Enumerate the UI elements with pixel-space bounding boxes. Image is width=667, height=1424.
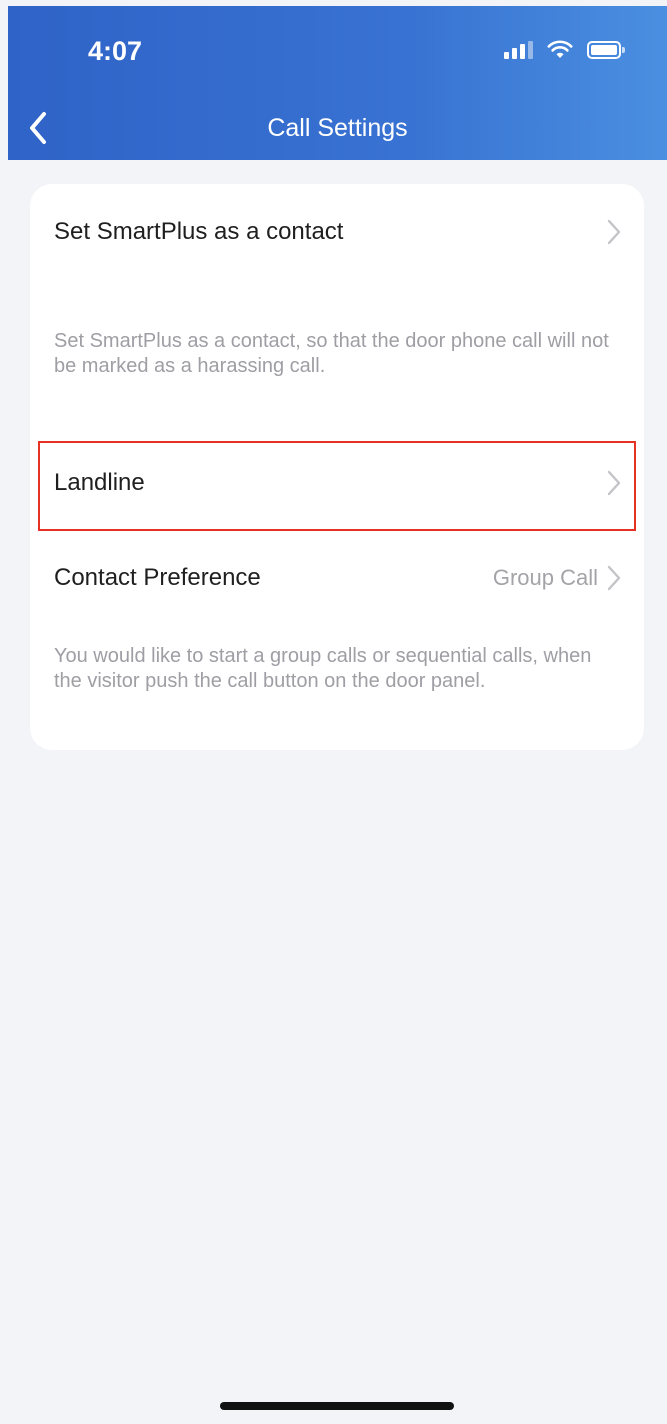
chevron-right-icon	[607, 565, 621, 591]
wifi-icon	[547, 40, 573, 58]
contact-preference-value: Group Call	[492, 565, 598, 590]
home-indicator	[220, 1402, 454, 1410]
smartplus-contact-label: Set SmartPlus as a contact	[54, 218, 344, 245]
signal-icon	[504, 41, 533, 59]
app-header: 4:07 Call Settings	[8, 6, 667, 160]
contact-preference-label: Contact Preference	[54, 564, 261, 591]
page-title: Call Settings	[267, 114, 408, 142]
highlight-box	[38, 441, 636, 531]
status-icons	[504, 40, 625, 60]
status-time: 4:07	[88, 36, 143, 66]
screen: 4:07 Call Settings Set SmartPlus as a co…	[0, 0, 667, 1424]
battery-icon	[587, 41, 625, 59]
contact-preference-description: You would like to start a group calls or…	[54, 645, 592, 692]
smartplus-contact-description: Set SmartPlus as a contact, so that the …	[54, 330, 609, 377]
smartplus-contact-row[interactable]: Set SmartPlus as a contact	[30, 202, 644, 262]
chevron-right-icon	[607, 219, 621, 245]
contact-preference-row[interactable]: Contact Preference Group Call	[30, 548, 644, 608]
